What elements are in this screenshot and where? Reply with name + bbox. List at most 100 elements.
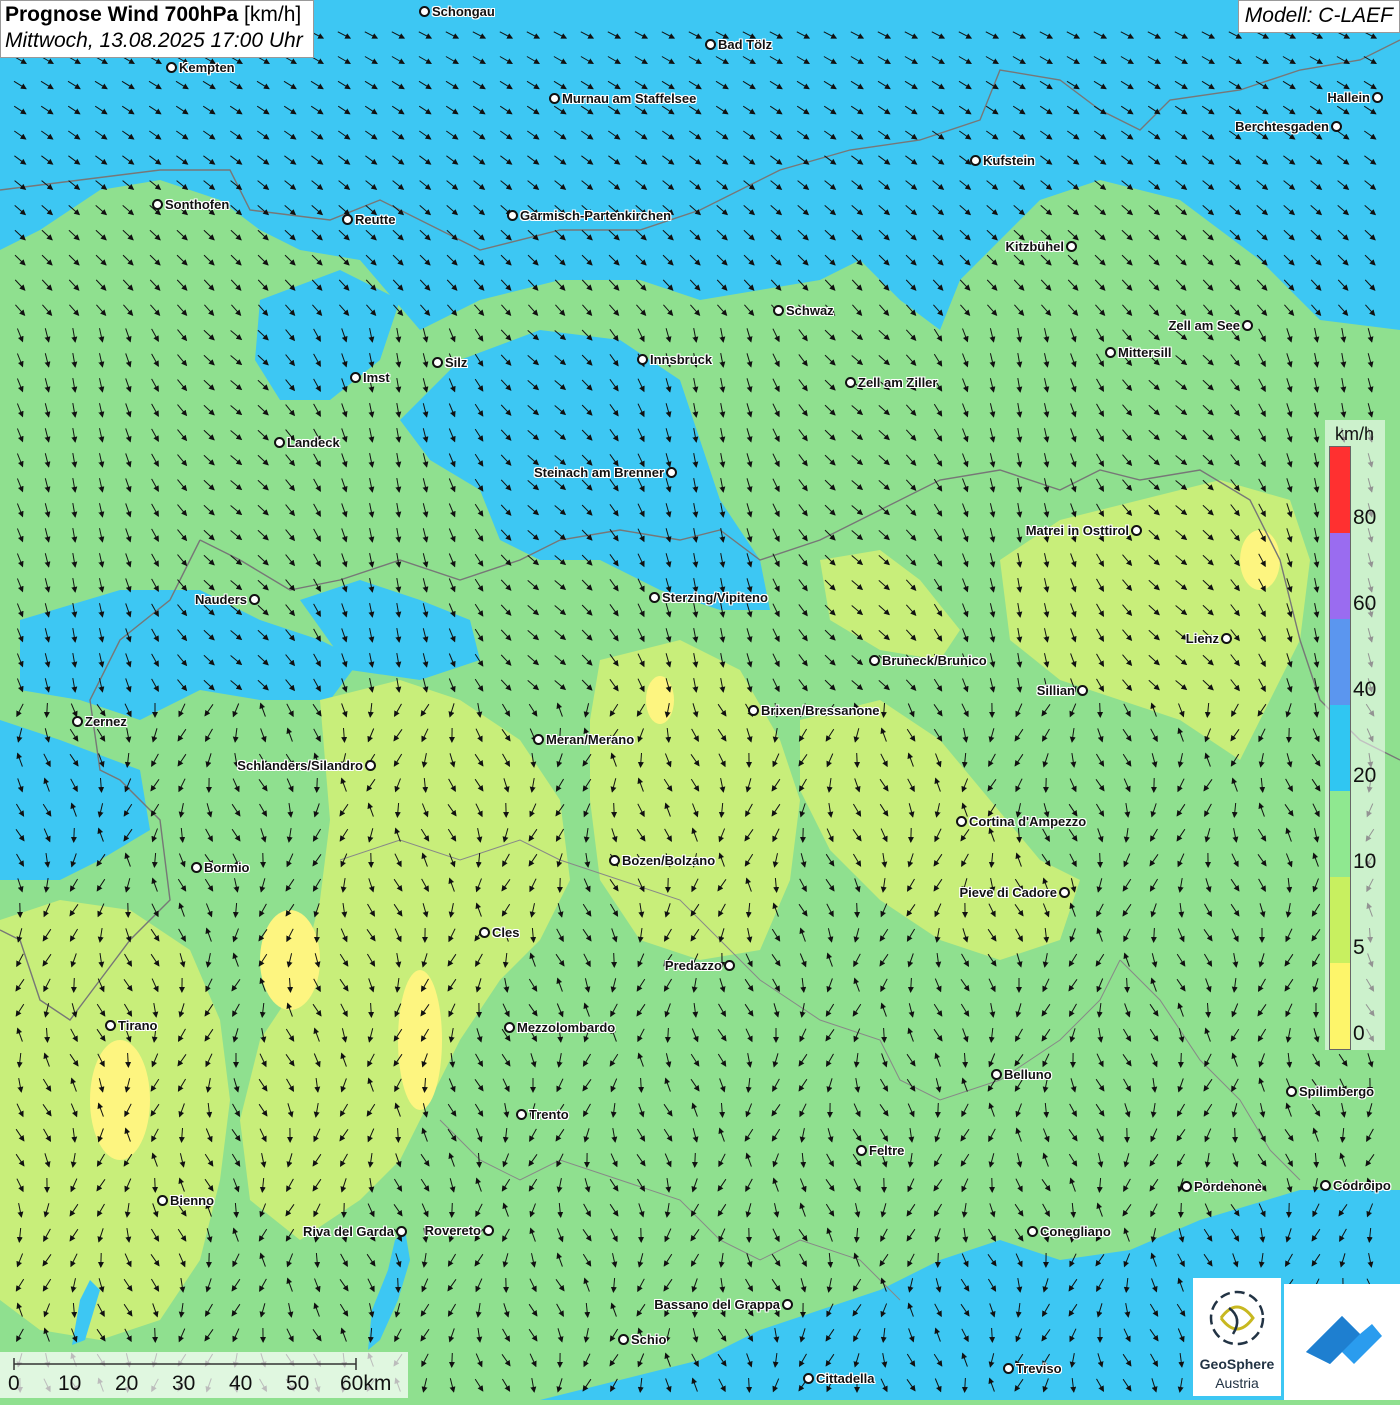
city-label: Bienno bbox=[170, 1193, 214, 1208]
city-marker: Bienno bbox=[157, 1193, 214, 1208]
city-dot-icon bbox=[649, 592, 660, 603]
wind-field-light-4 bbox=[90, 1040, 150, 1160]
city-dot-icon bbox=[72, 716, 83, 727]
geosphere-logo-icon bbox=[1193, 1278, 1281, 1356]
city-marker: Schio bbox=[618, 1332, 666, 1347]
city-dot-icon bbox=[782, 1299, 793, 1310]
city-marker: Bruneck/Brunico bbox=[869, 653, 987, 668]
color-legend: km/h 806040201050 bbox=[1325, 420, 1385, 1050]
city-dot-icon bbox=[516, 1109, 527, 1120]
city-dot-icon bbox=[350, 372, 361, 383]
city-dot-icon bbox=[249, 594, 260, 605]
wind-field-light-1 bbox=[398, 970, 442, 1110]
logo-name: GeoSphere bbox=[1193, 1356, 1281, 1372]
city-dot-icon bbox=[504, 1022, 515, 1033]
city-dot-icon bbox=[1077, 685, 1088, 696]
city-dot-icon bbox=[1105, 347, 1116, 358]
city-dot-icon bbox=[748, 705, 759, 716]
city-dot-icon bbox=[1286, 1086, 1297, 1097]
city-marker: Trento bbox=[516, 1107, 569, 1122]
city-marker: Belluno bbox=[991, 1067, 1052, 1082]
city-label: Zell am See bbox=[1168, 318, 1240, 333]
city-marker: Nauders bbox=[195, 592, 260, 607]
city-marker: Schongau bbox=[419, 4, 495, 19]
city-marker: Reutte bbox=[342, 212, 395, 227]
city-label: Sonthofen bbox=[165, 197, 229, 212]
city-label: Schio bbox=[631, 1332, 666, 1347]
city-marker: Spilimbergo bbox=[1286, 1084, 1374, 1099]
city-dot-icon bbox=[166, 62, 177, 73]
city-marker: Bassano del Grappa bbox=[654, 1297, 793, 1312]
city-dot-icon bbox=[1242, 320, 1253, 331]
wind-arrow bbox=[614, 803, 615, 817]
city-label: Treviso bbox=[1016, 1361, 1062, 1376]
forecast-datetime: Mittwoch, 13.08.2025 17:00 Uhr bbox=[5, 29, 303, 53]
zamg-logo bbox=[1284, 1284, 1400, 1400]
city-marker: Zell am See bbox=[1168, 318, 1253, 333]
city-label: Pordenone bbox=[1194, 1179, 1262, 1194]
wind-field-light-3 bbox=[646, 676, 674, 724]
wind-arrow bbox=[1235, 1128, 1236, 1142]
city-label: Garmisch-Partenkirchen bbox=[520, 208, 671, 223]
city-label: Riva del Garda bbox=[303, 1224, 394, 1239]
city-label: Bad Tölz bbox=[718, 37, 772, 52]
legend-segment bbox=[1330, 533, 1350, 619]
city-marker: Lienz bbox=[1186, 631, 1232, 646]
city-dot-icon bbox=[666, 467, 677, 478]
scale-label: 0 bbox=[8, 1372, 20, 1396]
city-dot-icon bbox=[1059, 887, 1070, 898]
city-label: Imst bbox=[363, 370, 390, 385]
city-label: Bassano del Grappa bbox=[654, 1297, 780, 1312]
city-label: Matrei in Osttirol bbox=[1026, 523, 1129, 538]
scale-label: 50 bbox=[286, 1372, 309, 1396]
wind-arrow bbox=[155, 1178, 156, 1192]
wind-arrow bbox=[155, 1328, 156, 1342]
city-marker: Hallein bbox=[1327, 90, 1383, 105]
scale-label: 40 bbox=[229, 1372, 252, 1396]
wind-arrow bbox=[695, 1153, 696, 1167]
legend-label: 0 bbox=[1353, 1022, 1365, 1046]
legend-label: 5 bbox=[1353, 936, 1365, 960]
city-dot-icon bbox=[1027, 1226, 1038, 1237]
legend-label: 60 bbox=[1353, 592, 1376, 616]
legend-segment bbox=[1330, 791, 1350, 877]
city-dot-icon bbox=[105, 1020, 116, 1031]
city-marker: Kempten bbox=[166, 60, 235, 75]
city-dot-icon bbox=[1131, 525, 1142, 536]
city-marker: Zernez bbox=[72, 714, 127, 729]
city-label: Cortina d'Ampezzo bbox=[969, 814, 1086, 829]
city-label: Kempten bbox=[179, 60, 235, 75]
city-label: Zernez bbox=[85, 714, 127, 729]
city-dot-icon bbox=[365, 760, 376, 771]
city-dot-icon bbox=[724, 960, 735, 971]
city-marker: Sterzing/Vipiteno bbox=[649, 590, 768, 605]
city-dot-icon bbox=[342, 214, 353, 225]
city-label: Silz bbox=[445, 355, 467, 370]
legend-segment bbox=[1330, 619, 1350, 705]
city-marker: Kufstein bbox=[970, 153, 1035, 168]
city-marker: Kitzbühel bbox=[1006, 239, 1078, 254]
city-marker: Garmisch-Partenkirchen bbox=[507, 208, 671, 223]
wind-arrow bbox=[398, 1278, 399, 1292]
city-marker: Bormio bbox=[191, 860, 250, 875]
city-label: Steinach am Brenner bbox=[534, 465, 664, 480]
city-label: Nauders bbox=[195, 592, 247, 607]
city-dot-icon bbox=[419, 6, 430, 17]
city-marker: Meran/Merano bbox=[533, 732, 634, 747]
city-label: Sterzing/Vipiteno bbox=[662, 590, 768, 605]
city-dot-icon bbox=[845, 377, 856, 388]
city-dot-icon bbox=[956, 816, 967, 827]
city-marker: Cortina d'Ampezzo bbox=[956, 814, 1086, 829]
city-label: Feltre bbox=[869, 1143, 904, 1158]
wind-arrow bbox=[1181, 1053, 1182, 1067]
city-label: Bruneck/Brunico bbox=[882, 653, 987, 668]
city-dot-icon bbox=[533, 734, 544, 745]
city-label: Lienz bbox=[1186, 631, 1219, 646]
city-marker: Innsbruck bbox=[637, 352, 712, 367]
city-dot-icon bbox=[618, 1334, 629, 1345]
city-dot-icon bbox=[991, 1069, 1002, 1080]
city-label: Murnau am Staffelsee bbox=[562, 91, 696, 106]
scale-label: 30 bbox=[172, 1372, 195, 1396]
city-dot-icon bbox=[1066, 241, 1077, 252]
city-marker: Steinach am Brenner bbox=[534, 465, 677, 480]
